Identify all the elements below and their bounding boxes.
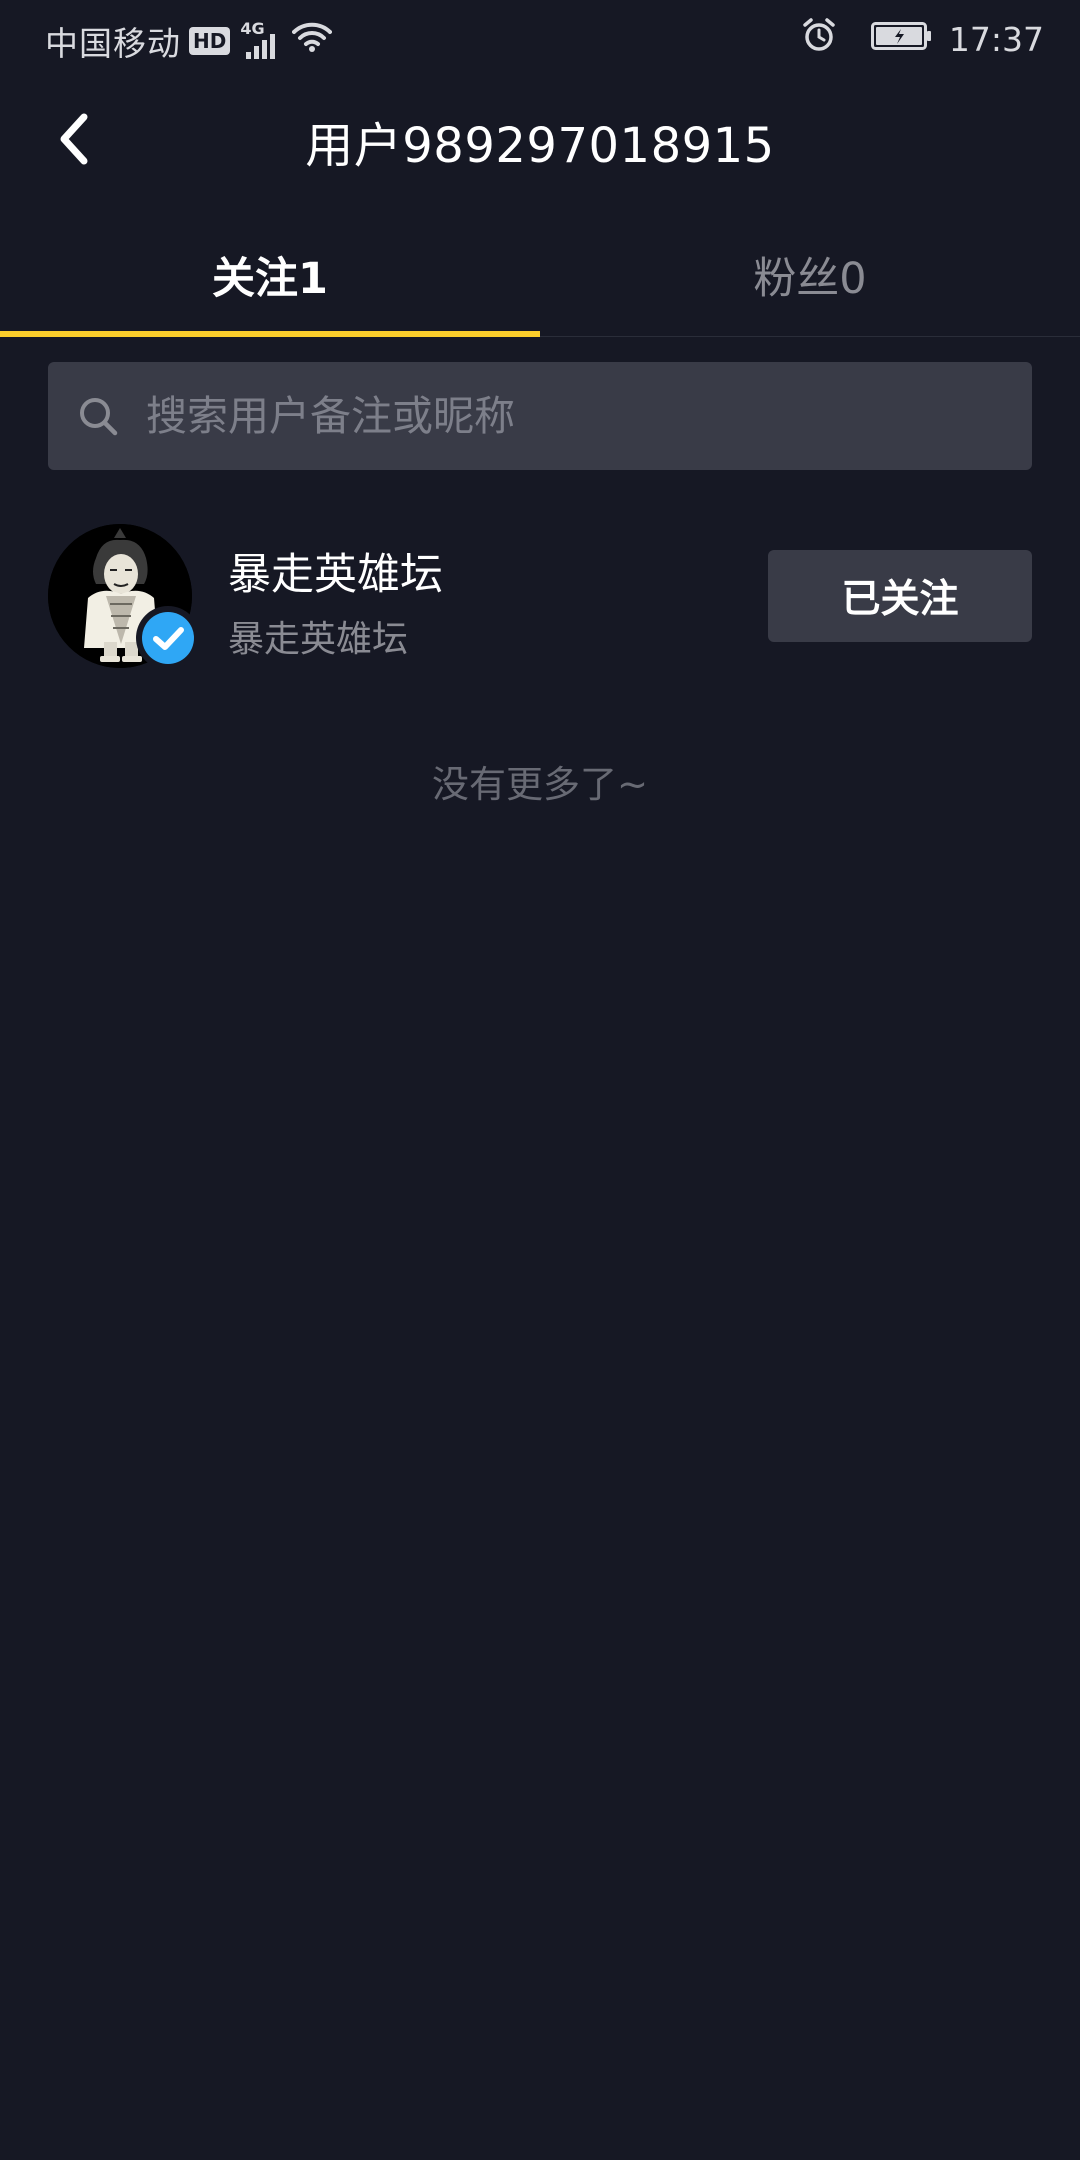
signal-icon: 4G — [240, 19, 282, 59]
tab-following[interactable]: 关注1 — [0, 216, 540, 334]
alarm-icon — [801, 17, 837, 61]
status-bar: 中国移动 HD 4G 17:37 — [0, 0, 1080, 76]
tab-active-indicator — [0, 331, 540, 337]
clock-time: 17:37 — [948, 19, 1044, 59]
battery-charging-icon — [870, 20, 933, 59]
header: 用户989297018915 — [0, 76, 1080, 204]
carrier-label: 中国移动 — [45, 24, 181, 63]
hd-icon: HD — [189, 27, 231, 55]
search-bar[interactable] — [48, 361, 1032, 471]
verified-badge — [136, 606, 200, 670]
user-remark: 暴走英雄坛 — [228, 619, 409, 660]
user-nickname[interactable]: 暴走英雄坛 — [228, 540, 443, 602]
tab-fans[interactable]: 粉丝0 — [540, 216, 1080, 334]
search-icon — [76, 394, 120, 438]
search-input[interactable] — [144, 361, 1032, 471]
verified-check-icon — [142, 612, 194, 664]
list-item[interactable]: 暴走英雄坛 暴走英雄坛 已关注 — [0, 508, 1080, 680]
wifi-icon — [292, 21, 333, 61]
list-end-hint: 没有更多了~ — [431, 763, 648, 806]
followed-button[interactable]: 已关注 — [768, 550, 1032, 642]
status-right: 17:37 — [801, 17, 1044, 61]
tab-bar: 关注1 粉丝0 — [0, 216, 1080, 337]
screen: 中国移动 HD 4G 17:37 用户989297018915 关注1 粉丝0 … — [0, 0, 1080, 2160]
status-left: 中国移动 HD 4G — [45, 17, 333, 65]
page-title: 用户989297018915 — [305, 118, 775, 174]
